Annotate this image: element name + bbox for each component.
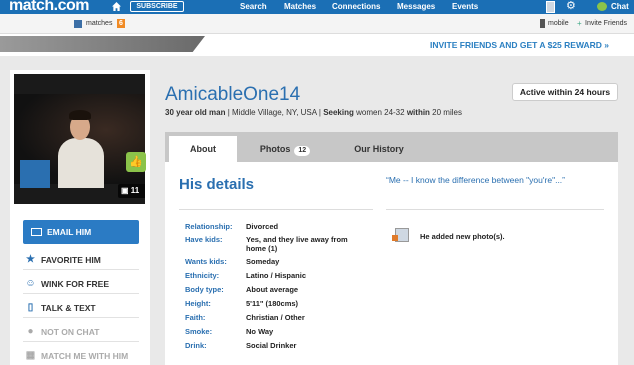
match-icon: ▦ <box>25 350 36 361</box>
talk-text-label: TALK & TEXT <box>41 303 96 313</box>
top-nav: match.com SUBSCRIBE Search Matches Conne… <box>0 0 634 14</box>
invite-friends-link[interactable]: Invite Friends <box>585 20 627 27</box>
calendar-icon <box>74 20 82 28</box>
favorite-him-label: FAVORITE HIM <box>41 255 101 265</box>
favorite-him-button[interactable]: ★ FAVORITE HIM <box>23 250 139 270</box>
match-me-label: MATCH ME WITH HIM <box>41 351 129 361</box>
star-icon: ★ <box>26 254 35 265</box>
seeking-label: Seeking <box>323 108 354 117</box>
chat-icon[interactable] <box>597 2 607 11</box>
tab-photos-count: 12 <box>294 146 311 156</box>
age-gender: 30 year old man <box>165 108 226 117</box>
tab-our-history[interactable]: Our History <box>337 136 421 162</box>
profile-photo[interactable]: ▣ 11 <box>14 74 145 204</box>
photo-count: 11 <box>130 186 140 195</box>
profile-headline-quote[interactable]: “Me -- I know the difference between "yo… <box>386 175 565 185</box>
photo-count-badge[interactable]: ▣ 11 <box>118 184 145 198</box>
within-value: 20 miles <box>432 108 462 117</box>
home-icon[interactable] <box>112 2 121 11</box>
details-title: His details <box>179 176 255 193</box>
nav-connections[interactable]: Connections <box>332 2 380 11</box>
matches-link[interactable]: matches <box>86 20 112 27</box>
profile-username: AmicableOne14 <box>165 84 301 105</box>
within-label: within <box>406 108 430 117</box>
nav-messages[interactable]: Messages <box>397 2 435 11</box>
detail-key: Body type: <box>185 285 224 294</box>
tab-photos-label: Photos <box>259 144 291 154</box>
nav-search[interactable]: Search <box>240 2 267 11</box>
sub-bar: matches 6 mobile + Invite Friends <box>0 14 634 34</box>
nav-events[interactable]: Events <box>452 2 478 11</box>
not-on-chat-item: ● NOT ON CHAT <box>23 322 139 342</box>
banner-stripe <box>0 36 205 52</box>
email-him-label: EMAIL HIM <box>47 227 92 237</box>
detail-key: Have kids: <box>185 235 223 244</box>
tab-history-label: Our History <box>354 144 404 154</box>
detail-key: Faith: <box>185 313 206 322</box>
divider <box>179 209 373 210</box>
gear-icon[interactable]: ⚙ <box>566 0 576 12</box>
detail-value: Yes, and they live away from home (1) <box>246 235 348 253</box>
active-status-badge: Active within 24 hours <box>512 83 618 101</box>
tab-about[interactable]: About <box>169 136 237 162</box>
thumbs-up-icon[interactable]: 👍 <box>126 152 146 172</box>
invite-reward-link[interactable]: INVITE FRIENDS AND GET A $25 REWARD » <box>430 40 609 50</box>
plus-icon: + <box>577 19 582 28</box>
email-him-button[interactable]: EMAIL HIM <box>23 220 139 244</box>
photo-person-body <box>58 138 104 188</box>
detail-key: Smoke: <box>185 327 213 336</box>
wink-face-icon: ☺ <box>25 278 36 289</box>
chat-bubble-icon: ● <box>27 326 34 337</box>
nav-chat[interactable]: Chat <box>611 2 629 11</box>
detail-key: Drink: <box>185 341 207 350</box>
detail-key: Relationship: <box>185 222 233 231</box>
nav-matches[interactable]: Matches <box>284 2 316 11</box>
detail-value: Latino / Hispanic <box>246 271 307 280</box>
phone-icon: ▯ <box>27 302 34 313</box>
not-on-chat-label: NOT ON CHAT <box>41 327 100 337</box>
about-panel: His details Relationship: Divorced Have k… <box>165 162 618 365</box>
activity-text: He added new photo(s). <box>420 232 505 241</box>
tab-about-label: About <box>190 144 216 154</box>
detail-value: 5'11" (180cms) <box>246 299 299 308</box>
camera-icon: ▣ <box>121 186 129 195</box>
detail-value: No Way <box>246 327 274 336</box>
photo-person-left <box>20 160 50 188</box>
mobile-icon <box>540 19 545 28</box>
detail-value: About average <box>246 285 299 294</box>
wink-label: WINK FOR FREE <box>41 279 109 289</box>
profile-sidebar: ▣ 11 👍 EMAIL HIM ★ FAVORITE HIM ☺ WINK F… <box>10 70 150 365</box>
promo-banner: INVITE FRIENDS AND GET A $25 REWARD » <box>0 34 634 56</box>
seeking-value: women 24-32 <box>356 108 405 117</box>
detail-value: Christian / Other <box>246 313 305 322</box>
matches-count-badge: 6 <box>117 19 125 28</box>
photo-person-hair <box>69 110 91 120</box>
talk-text-button[interactable]: ▯ TALK & TEXT <box>23 298 139 318</box>
profile-summary: 30 year old man | Middle Village, NY, US… <box>165 108 462 117</box>
detail-value: Social Drinker <box>246 341 297 350</box>
match-logo[interactable]: match.com <box>9 0 89 15</box>
mobile-link[interactable]: mobile <box>548 20 569 27</box>
subscribe-button[interactable]: SUBSCRIBE <box>130 1 184 12</box>
detail-value: Divorced <box>246 222 279 231</box>
envelope-icon <box>31 228 42 236</box>
user-avatar-icon[interactable] <box>546 1 555 13</box>
detail-key: Wants kids: <box>185 257 227 266</box>
detail-value: Someday <box>246 257 280 266</box>
divider <box>386 209 604 210</box>
match-me-button[interactable]: ▦ MATCH ME WITH HIM <box>23 346 139 365</box>
location: Middle Village, NY, USA <box>232 108 317 117</box>
tab-photos[interactable]: Photos 12 <box>245 136 325 162</box>
photo-update-icon <box>392 228 409 242</box>
wink-button[interactable]: ☺ WINK FOR FREE <box>23 274 139 294</box>
detail-key: Ethnicity: <box>185 271 220 280</box>
profile-tabs: About Photos 12 Our History <box>165 132 618 162</box>
detail-key: Height: <box>185 299 211 308</box>
